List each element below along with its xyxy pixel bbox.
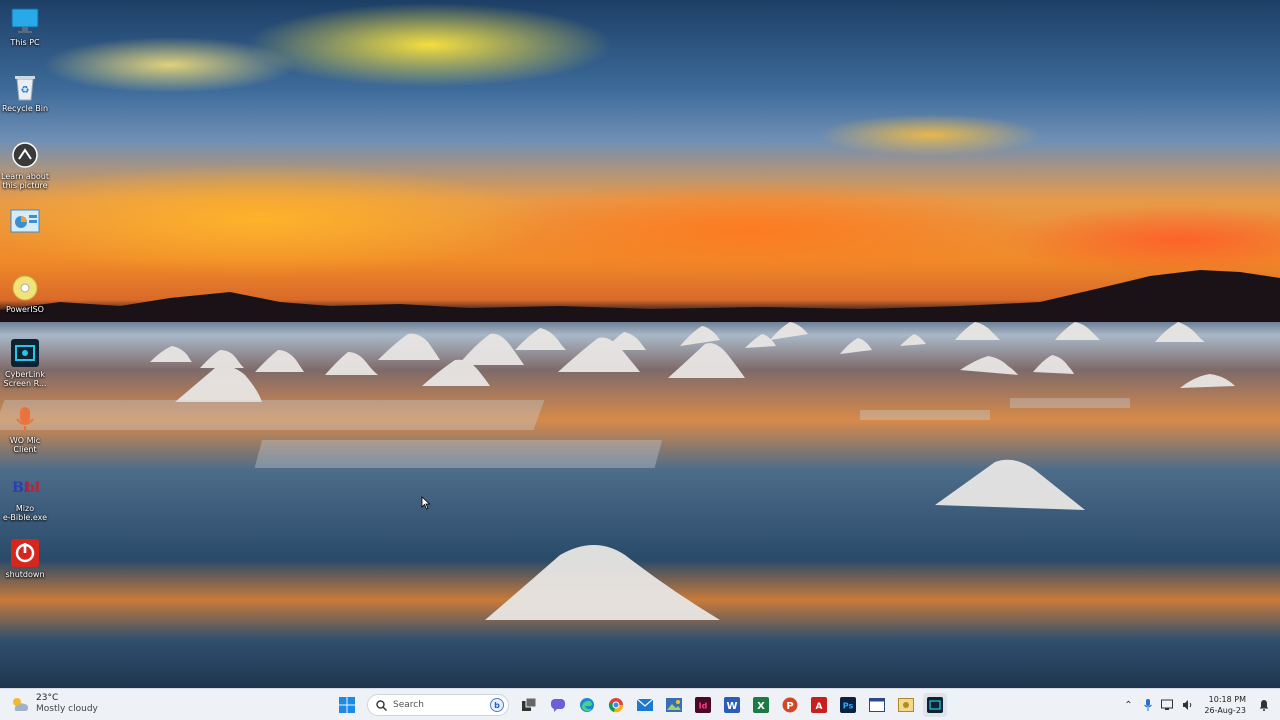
volume-icon xyxy=(1183,700,1192,710)
edge-button[interactable] xyxy=(575,693,599,717)
start-button[interactable] xyxy=(335,693,359,717)
notification-bell-icon xyxy=(1259,700,1269,711)
desktop-icon-label: Recycle Bin xyxy=(1,104,49,113)
clock-time: 10:18 PM xyxy=(1208,695,1246,704)
svg-text:Ps: Ps xyxy=(843,702,854,711)
powerpoint-icon: P xyxy=(782,697,798,713)
media-button[interactable] xyxy=(894,693,918,717)
chrome-button[interactable] xyxy=(604,693,628,717)
desktop-wallpaper xyxy=(0,0,1280,688)
svg-text:Id: Id xyxy=(699,702,708,711)
svg-text:♻: ♻ xyxy=(21,85,30,96)
desktop-icon-cyberlink[interactable]: CyberLink Screen R... xyxy=(0,338,50,388)
photos-icon xyxy=(666,698,682,712)
desktop-icon-label: Learn about this picture xyxy=(1,172,49,190)
network-icon xyxy=(1161,699,1174,710)
weather-temperature: 23°C xyxy=(36,693,59,703)
camera-icon xyxy=(10,140,40,170)
chat-button[interactable] xyxy=(546,693,570,717)
microphone-icon xyxy=(10,404,40,434)
desktop-icon-control-panel[interactable] xyxy=(0,206,50,238)
desktop-icon-label: WO Mic Client xyxy=(9,436,41,454)
word-button[interactable]: W xyxy=(720,693,744,717)
desktop-icon-label: Mizo e-Bible.exe xyxy=(2,504,48,522)
svg-text:P: P xyxy=(786,701,793,712)
taskbar: 23°C Mostly cloudy Search b Id W X P A P… xyxy=(0,688,1280,720)
notifications-button[interactable] xyxy=(1254,695,1274,715)
desktop-icon-label: CyberLink Screen R... xyxy=(3,370,47,388)
network-button[interactable] xyxy=(1158,695,1178,715)
mail-button[interactable] xyxy=(633,693,657,717)
photoshop-button[interactable]: Ps xyxy=(836,693,860,717)
task-view-button[interactable] xyxy=(517,693,541,717)
control-panel-icon xyxy=(10,206,40,236)
taskbar-apps: Search b Id W X P A Ps xyxy=(335,693,947,717)
svg-text:A: A xyxy=(816,702,823,712)
photoshop-icon: Ps xyxy=(840,697,856,713)
svg-text:X: X xyxy=(757,701,765,712)
edge-icon xyxy=(580,698,594,712)
indesign-icon: Id xyxy=(695,697,711,713)
excel-icon: X xyxy=(753,697,769,713)
weather-condition: Mostly cloudy xyxy=(36,704,98,714)
chrome-icon xyxy=(608,698,624,713)
monitor-icon xyxy=(10,6,40,36)
mail-icon xyxy=(637,698,653,711)
word-icon: W xyxy=(724,697,740,713)
weather-widget[interactable]: 23°C Mostly cloudy xyxy=(10,693,98,715)
desktop-icon-label: shutdown xyxy=(5,570,45,579)
clock[interactable]: 10:18 PM 26-Aug-23 xyxy=(1204,694,1246,716)
desktop-icon-shutdown[interactable]: shutdown xyxy=(0,538,50,579)
system-tray: ⌃ 10:18 PM 26-Aug-23 xyxy=(1118,689,1280,720)
photos-button[interactable] xyxy=(662,693,686,717)
disc-icon xyxy=(10,273,40,303)
excel-button[interactable]: X xyxy=(749,693,773,717)
recycle-bin-icon: ♻ xyxy=(10,72,40,102)
partly-cloudy-icon xyxy=(13,698,28,711)
desktop-icon-label: This PC xyxy=(10,38,40,47)
powerpoint-button[interactable]: P xyxy=(778,693,802,717)
desktop-icon-mizo-bible[interactable]: Bible Mizo e-Bible.exe xyxy=(0,472,50,522)
indesign-button[interactable]: Id xyxy=(691,693,715,717)
chevron-up-icon: ⌃ xyxy=(1124,699,1133,711)
bing-icon: b xyxy=(490,698,504,712)
volume-button[interactable] xyxy=(1178,695,1198,715)
svg-text:W: W xyxy=(726,701,737,712)
window-icon xyxy=(869,698,885,712)
desktop-icon-poweriso[interactable]: PowerISO xyxy=(0,273,50,314)
microphone-tray-button[interactable] xyxy=(1138,695,1158,715)
bible-icon: Bible xyxy=(10,472,40,502)
power-icon xyxy=(10,538,40,568)
acrobat-icon: A xyxy=(811,697,827,713)
terminal-icon xyxy=(927,697,943,713)
show-hidden-icons-button[interactable]: ⌃ xyxy=(1118,695,1138,715)
screen-recorder-icon xyxy=(10,338,40,368)
media-icon xyxy=(898,698,914,712)
desktop-icon-recycle-bin[interactable]: ♻ Recycle Bin xyxy=(0,72,50,113)
task-view-icon xyxy=(522,698,536,711)
terminal-button[interactable] xyxy=(923,693,947,717)
acrobat-button[interactable]: A xyxy=(807,693,831,717)
desktop-icon-this-pc[interactable]: This PC xyxy=(0,6,50,47)
salt-mounds xyxy=(0,322,1235,620)
search-box[interactable]: Search b xyxy=(367,694,509,716)
svg-text:ble: ble xyxy=(25,480,40,496)
search-icon xyxy=(376,699,387,711)
desktop-icon-label: PowerISO xyxy=(6,305,44,314)
window-button[interactable] xyxy=(865,693,889,717)
desktop-icon-learn-about-picture[interactable]: Learn about this picture xyxy=(0,140,50,190)
desktop-icon-wo-mic[interactable]: WO Mic Client xyxy=(0,404,50,454)
clock-date: 26-Aug-23 xyxy=(1204,706,1246,715)
search-placeholder: Search xyxy=(393,700,424,710)
chat-icon xyxy=(551,699,565,712)
start-icon xyxy=(339,697,355,713)
mouse-cursor-icon xyxy=(421,496,431,510)
microphone-tray-icon xyxy=(1144,699,1153,711)
